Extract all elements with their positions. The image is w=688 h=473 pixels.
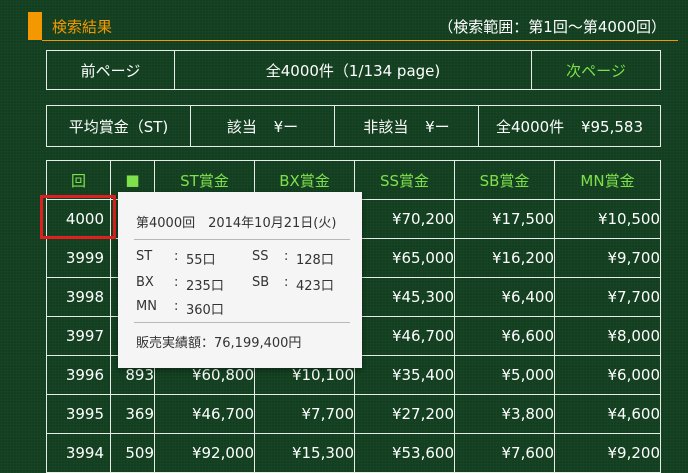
mn-prize-cell: ¥9,700 [554,238,661,278]
match-average: 該当 ¥ー [190,105,335,147]
bx-units: 235口 [186,279,224,294]
sb-prize-cell: ¥17,500 [454,199,555,239]
mn-prize-cell: ¥4,600 [554,394,661,434]
next-page-link[interactable]: 次ページ [531,50,661,90]
nonmatch-label: 非該当 [363,117,409,136]
mn-prize-cell: ¥7,700 [554,277,661,317]
draw-number[interactable]: 3998 [46,277,111,317]
ss-prize-cell: ¥53,600 [354,433,455,473]
tooltip-divider [134,239,350,240]
table-row: 3995 369 ¥46,700 ¥7,700 ¥27,200 ¥3,800 ¥… [46,394,661,434]
count-cell: 509 [110,433,155,473]
st-units: 55口 [186,253,216,268]
ss-label: SS [252,249,269,264]
sales-total: 販売実績額：76,199,400円 [136,336,302,351]
draw-number[interactable]: 3999 [46,238,111,278]
header-marker [28,12,42,40]
sb-prize-cell: ¥7,600 [454,433,555,473]
selected-draw-highlight [40,195,116,239]
sb-prize-cell: ¥5,000 [454,355,555,395]
sb-prize-cell: ¥6,400 [454,277,555,317]
sb-prize-cell: ¥16,200 [454,238,555,278]
st-label: ST [136,249,153,264]
bx-label: BX [136,275,154,290]
ss-prize-cell: ¥70,200 [354,199,455,239]
pagination-bar: 前ページ 全4000件（1/134 page) 次ページ [46,50,661,90]
nonmatch-average: 非該当 ¥ー [334,105,479,147]
tooltip-title: 第4000回 2014年10月21日(火) [136,216,337,231]
mn-prize-cell: ¥8,000 [554,316,661,356]
draw-number[interactable]: 3996 [46,355,111,395]
all-label: 全4000件 [496,117,565,136]
st-colon: : [174,249,179,264]
sb-prize-cell: ¥6,600 [454,316,555,356]
page-title: 検索結果 [52,18,113,36]
st-prize-cell: ¥46,700 [154,394,255,434]
average-prize-label: 平均賞金（ST) [46,105,191,147]
sb-prize-cell: ¥3,800 [454,394,555,434]
all-value: ¥95,583 [580,117,643,136]
mn-prize-cell: ¥10,500 [554,199,661,239]
st-prize-cell: ¥92,000 [154,433,255,473]
ss-units: 128口 [296,253,334,268]
ss-prize-cell: ¥45,300 [354,277,455,317]
draw-detail-tooltip: 第4000回 2014年10月21日(火) ST : 55口 SS : 128口… [118,192,362,368]
mn-prize-cell: ¥9,200 [554,433,661,473]
results-header: 検索結果 （検索範囲：第1回〜第4000回） [28,10,678,41]
bx-prize-cell: ¥7,700 [254,394,355,434]
table-row: 3994 509 ¥92,000 ¥15,300 ¥53,600 ¥7,600 … [46,433,661,473]
nonmatch-value: ¥ー [425,117,450,136]
ss-prize-cell: ¥35,400 [354,355,455,395]
sb-label: SB [252,275,270,290]
average-prize-bar: 平均賞金（ST) 該当 ¥ー 非該当 ¥ー 全4000件 ¥95,583 [46,105,661,147]
col-header-draw[interactable]: 回 [46,160,111,200]
draw-number[interactable]: 3994 [46,433,111,473]
ss-prize-cell: ¥46,700 [354,316,455,356]
match-label: 該当 [226,117,257,136]
ss-colon: : [284,249,289,264]
mn-label: MN [136,299,157,314]
mn-prize-cell: ¥6,000 [554,355,661,395]
ss-prize-cell: ¥65,000 [354,238,455,278]
bx-prize-cell: ¥15,300 [254,433,355,473]
match-value: ¥ー [273,117,299,136]
col-header-mn-prize[interactable]: MN賞金 [554,160,661,200]
mn-units: 360口 [186,303,224,318]
bx-colon: : [174,275,179,290]
col-header-sb-prize[interactable]: SB賞金 [454,160,555,200]
ss-prize-cell: ¥27,200 [354,394,455,434]
mn-colon: : [174,299,179,314]
count-cell: 369 [110,394,155,434]
all-average: 全4000件 ¥95,583 [478,105,661,147]
tooltip-divider [134,322,350,323]
prev-page-button[interactable]: 前ページ [46,50,175,90]
result-count: 全4000件（1/134 page) [174,50,532,90]
draw-number[interactable]: 3997 [46,316,111,356]
search-range: （検索範囲：第1回〜第4000回） [438,18,666,36]
sb-colon: : [284,275,289,290]
sb-units: 423口 [296,279,334,294]
col-header-ss-prize[interactable]: SS賞金 [354,160,455,200]
header-rule [42,40,678,41]
draw-number[interactable]: 3995 [46,394,111,434]
